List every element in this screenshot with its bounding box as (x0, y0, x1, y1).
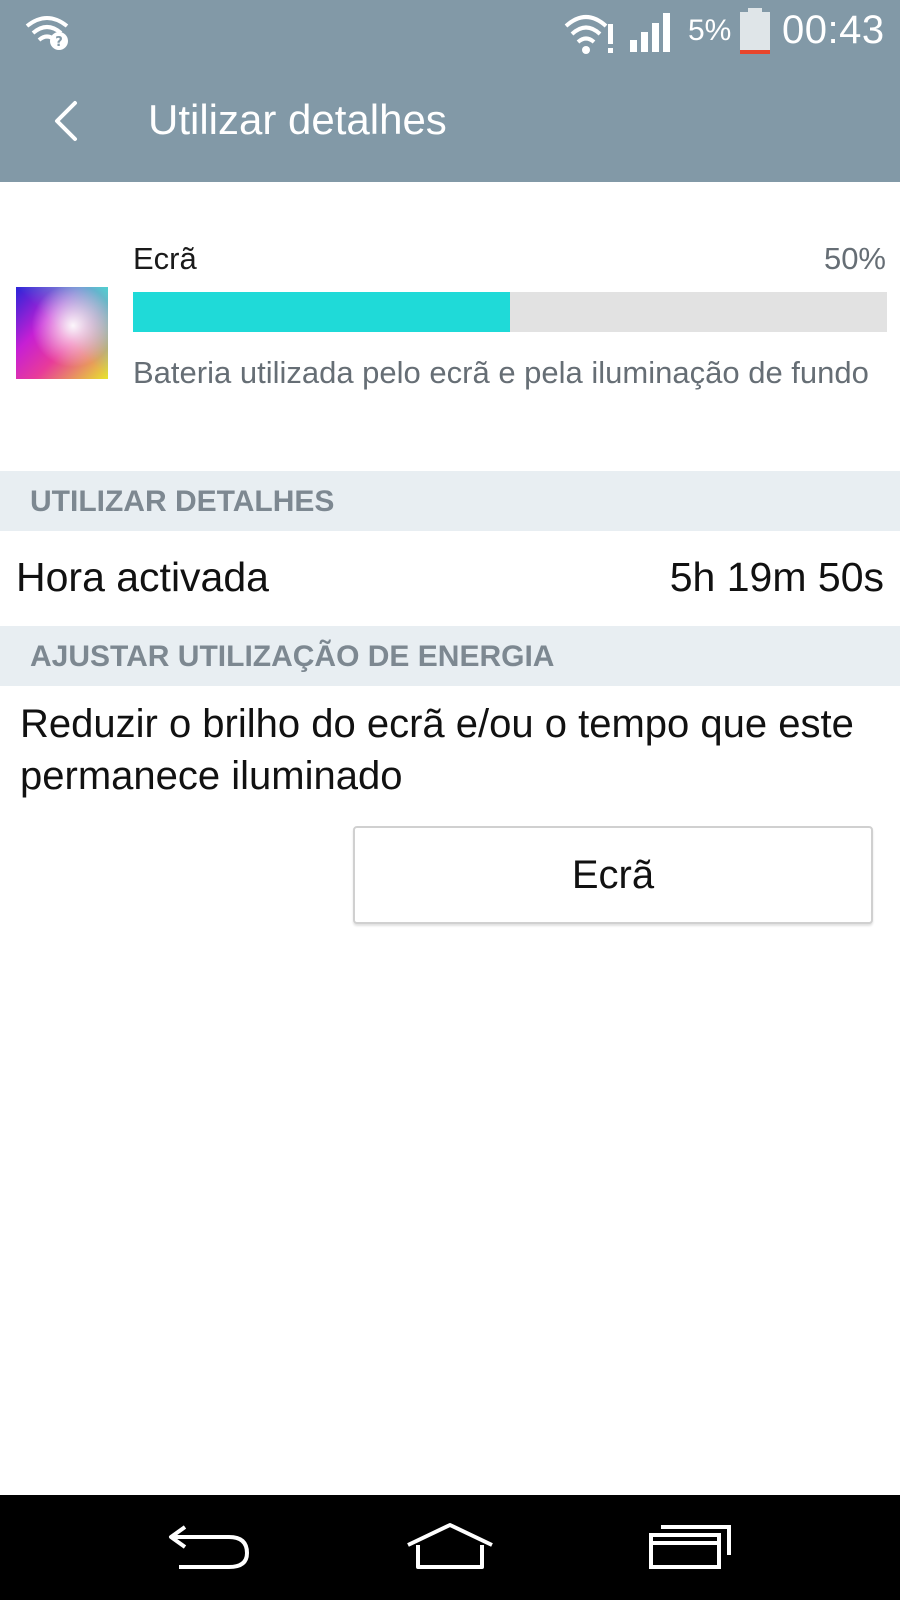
screen-settings-button[interactable]: Ecrã (353, 826, 873, 924)
screen: ? 5% 00:43 Utilizar detalhes Ecrã 50% Ba… (0, 0, 900, 1600)
recents-icon (645, 1521, 735, 1576)
section-header-details-label: UTILIZAR DETALHES (30, 485, 335, 518)
back-button[interactable] (36, 88, 96, 158)
clock: 00:43 (782, 8, 885, 52)
signal-icon (628, 10, 676, 54)
advice-text: Reduzir o brilho do ecrã e/ou o tempo qu… (20, 702, 854, 798)
header: ? 5% 00:43 Utilizar detalhes (0, 0, 900, 182)
battery-percent: 5% (688, 14, 732, 47)
usage-item-name: Ecrã (133, 241, 197, 276)
detail-value: 5h 19m 50s (669, 554, 884, 600)
wifi-question-icon: ? (24, 12, 70, 52)
nav-recents-button[interactable] (630, 1515, 750, 1581)
detail-row-time-on: Hora activada 5h 19m 50s (0, 530, 900, 626)
svg-text:?: ? (55, 35, 63, 50)
nav-back-button[interactable] (150, 1515, 270, 1581)
usage-progress-fill (133, 292, 510, 332)
usage-description: Bateria utilizada pelo ecrã e pela ilumi… (133, 355, 869, 390)
detail-label: Hora activada (16, 554, 269, 600)
section-header-details: UTILIZAR DETALHES (0, 471, 900, 531)
usage-progress-bar (133, 292, 887, 332)
wifi-warning-icon (564, 10, 618, 56)
home-icon (402, 1521, 498, 1576)
nav-home-button[interactable] (390, 1515, 510, 1581)
back-arrow-icon (51, 99, 81, 148)
back-icon (165, 1521, 255, 1576)
section-header-adjust-label: AJUSTAR UTILIZAÇÃO DE ENERGIA (30, 640, 555, 673)
usage-percent: 50% (823, 241, 886, 276)
navigation-bar (0, 1495, 900, 1600)
battery-low-icon (738, 8, 772, 56)
status-bar: ? 5% 00:43 (0, 0, 900, 66)
section-header-adjust: AJUSTAR UTILIZAÇÃO DE ENERGIA (0, 626, 900, 686)
screen-app-icon (16, 287, 108, 379)
page-title: Utilizar detalhes (148, 96, 447, 143)
app-bar: Utilizar detalhes (0, 66, 900, 182)
